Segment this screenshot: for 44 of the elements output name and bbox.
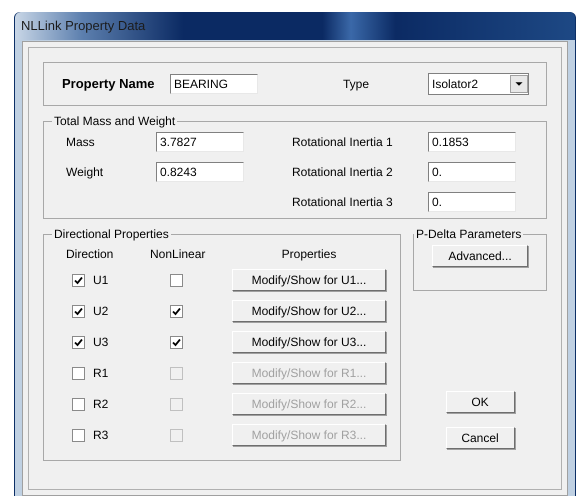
check-icon	[74, 306, 83, 316]
column-header: Direction	[65, 246, 114, 263]
property-name-label: Property Name	[62, 75, 156, 94]
check-icon	[172, 306, 181, 316]
type-dropdown[interactable]: Isolator2	[428, 73, 529, 95]
checkbox[interactable]	[170, 304, 183, 318]
direction-label: U3	[93, 334, 108, 351]
group-title: Directional Properties	[53, 226, 170, 243]
input-field[interactable]: 0.8243	[156, 162, 244, 182]
direction-label: R3	[93, 427, 108, 444]
direction-label: R1	[93, 365, 108, 382]
checkbox[interactable]	[170, 336, 183, 348]
direction-label: U1	[93, 272, 108, 289]
column-header: Properties	[280, 246, 338, 263]
column-header: NonLinear	[149, 246, 206, 263]
input-field[interactable]: 0.	[428, 162, 516, 182]
check-icon	[74, 276, 83, 284]
field-label: Weight	[65, 164, 104, 181]
group-title: Total Mass and Weight	[53, 113, 176, 130]
field-label: Rotational Inertia 3	[292, 194, 394, 211]
field-label: Rotational Inertia 1	[292, 134, 394, 151]
input-field[interactable]: BEARING	[170, 74, 258, 94]
checkbox[interactable]	[72, 304, 85, 318]
input-field[interactable]: 3.7827	[156, 132, 244, 152]
push-button[interactable]: Modify/Show for U1...	[232, 269, 386, 291]
input-field[interactable]: 0.1853	[428, 132, 516, 152]
push-button[interactable]: Advanced...	[432, 245, 528, 267]
field-label: Rotational Inertia 2	[292, 164, 394, 181]
push-button[interactable]: Modify/Show for U3...	[232, 331, 386, 353]
checkbox[interactable]	[72, 336, 85, 348]
check-icon	[172, 338, 181, 346]
push-button[interactable]: OK	[446, 391, 514, 413]
checkbox[interactable]	[72, 274, 85, 286]
push-button[interactable]: Modify/Show for U2...	[232, 300, 386, 322]
check-icon	[74, 338, 83, 346]
input-field[interactable]: 0.	[428, 192, 516, 212]
push-button[interactable]: Cancel	[446, 427, 514, 449]
direction-label: R2	[93, 396, 108, 413]
window-title: NLLink Property Data	[21, 17, 146, 36]
group-title: P-Delta Parameters	[415, 226, 522, 243]
direction-label: U2	[93, 303, 108, 320]
field-label: Mass	[65, 134, 96, 151]
type-label: Type	[343, 76, 370, 93]
checkbox[interactable]	[170, 274, 183, 286]
